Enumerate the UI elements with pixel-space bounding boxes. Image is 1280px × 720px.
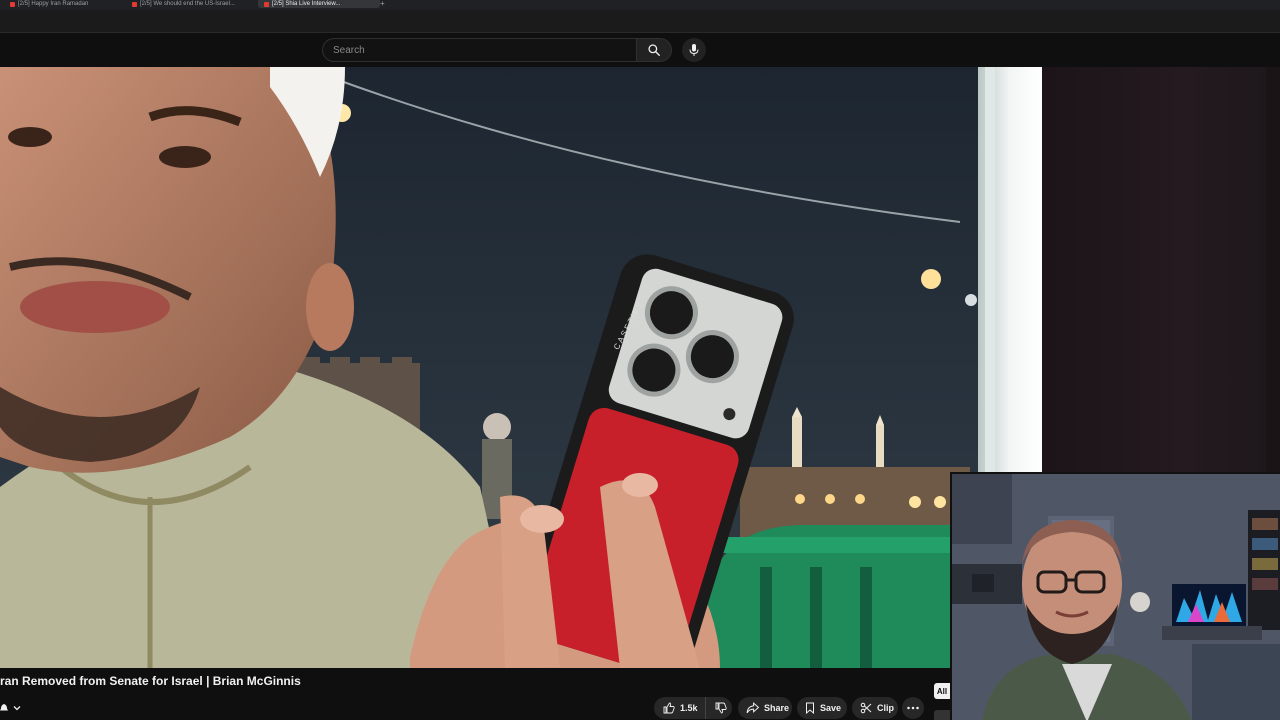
share-label: Share	[764, 703, 790, 713]
tab-label: [2/5] Shia Live Interview...	[272, 1, 341, 7]
browser-tab[interactable]: [2/5] We should end the US-Israel...	[126, 0, 258, 8]
browser-tab-strip: [2/5] Happy Iran Ramadan [2/5] We should…	[0, 0, 1280, 10]
tab-favicon-icon	[132, 1, 137, 7]
video-player[interactable]: CASETiFY	[0, 67, 1042, 668]
tab-favicon-icon	[10, 1, 15, 7]
tab-label: [2/5] Happy Iran Ramadan	[18, 1, 89, 7]
share-icon	[746, 702, 759, 714]
search-button[interactable]	[636, 38, 672, 62]
chevron-down-icon	[13, 706, 21, 711]
clip-button[interactable]: Clip	[852, 697, 898, 719]
yt-header	[0, 33, 1280, 67]
more-icon	[907, 706, 919, 710]
search-input[interactable]	[323, 39, 613, 61]
side-panel	[1042, 67, 1280, 472]
thumbs-down-icon	[715, 702, 727, 714]
subscribe-bell-control[interactable]	[0, 699, 26, 717]
dislike-button[interactable]	[711, 697, 732, 719]
tab-label: [2/5] We should end the US-Israel...	[140, 1, 235, 7]
like-count: 1.5k	[680, 703, 698, 713]
thumbs-up-icon	[663, 702, 675, 714]
filter-chip-all[interactable]: All	[934, 683, 950, 699]
search-box	[322, 38, 636, 62]
tab-favicon-icon	[264, 1, 269, 7]
like-button[interactable]: 1.5k	[654, 697, 706, 719]
webcam-frame	[952, 474, 1280, 720]
side-scroll-track	[1266, 67, 1280, 472]
bell-icon	[0, 704, 8, 711]
save-button[interactable]: Save	[797, 697, 847, 719]
browser-tab[interactable]: [2/5] Happy Iran Ramadan	[4, 0, 116, 8]
video-frame	[0, 67, 1042, 668]
like-dislike-group: 1.5k	[654, 697, 732, 719]
share-button[interactable]: Share	[738, 697, 792, 719]
browser-toolbar	[0, 10, 1280, 33]
mic-icon	[689, 44, 699, 56]
scissors-icon	[860, 702, 872, 714]
save-label: Save	[820, 703, 842, 713]
search-icon	[648, 44, 660, 56]
browser-tab-active[interactable]: [2/5] Shia Live Interview...	[258, 0, 380, 8]
bookmark-icon	[806, 702, 814, 714]
more-actions-button[interactable]	[902, 697, 924, 719]
video-title: ran Removed from Senate for Israel | Bri…	[0, 674, 301, 688]
new-tab-icon[interactable]: +	[380, 0, 385, 8]
voice-search-button[interactable]	[682, 38, 706, 62]
webcam-overlay	[950, 472, 1280, 720]
clip-label: Clip	[877, 703, 894, 713]
related-thumbnail[interactable]	[934, 710, 950, 720]
